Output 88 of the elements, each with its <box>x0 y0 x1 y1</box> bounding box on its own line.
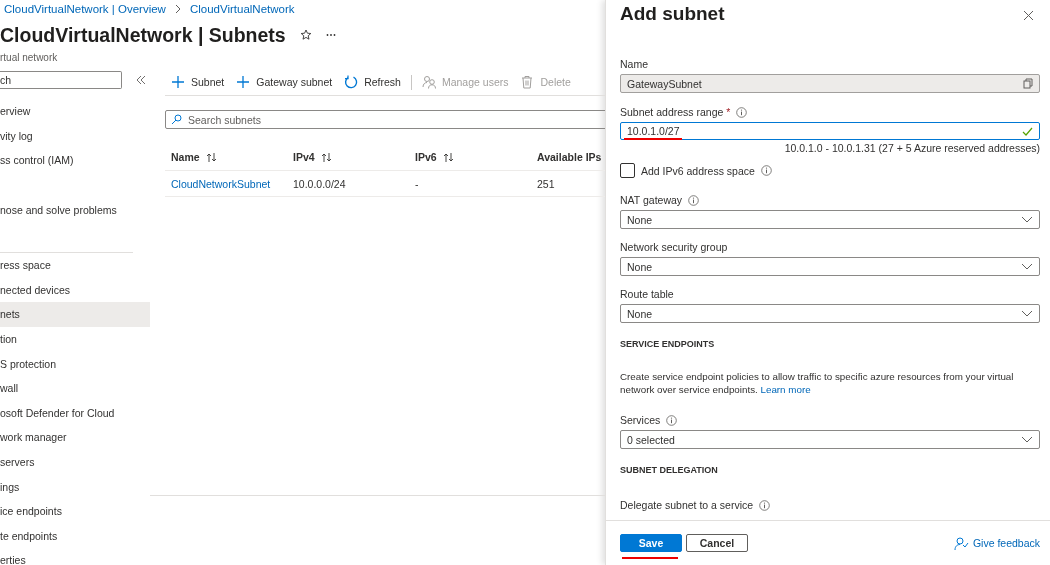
sidebar-item[interactable]: erties <box>0 548 150 565</box>
dropdown[interactable]: None <box>620 304 1040 323</box>
table-cell: 10.0.0.0/24 <box>287 170 409 197</box>
page-title: CloudVirtualNetwork | Subnets <box>0 23 286 47</box>
address-hint: 10.0.1.0 - 10.0.1.31 (27 + 5 Azure reserved addresses) <box>783 142 1040 155</box>
sidebar-item[interactable]: osoft Defender for Cloud <box>0 400 150 426</box>
close-icon[interactable] <box>1023 10 1034 21</box>
dropdown[interactable]: 0 selected <box>620 430 1040 449</box>
sidebar-item[interactable]: ss control (IAM) <box>0 148 150 173</box>
chevron-down-icon <box>1021 263 1033 270</box>
panel-title: Add subnet <box>620 2 725 26</box>
breadcrumb-link[interactable]: CloudVirtualNetwork | Overview <box>4 3 166 15</box>
chevron-down-icon <box>1021 436 1033 443</box>
dropdown[interactable]: None <box>620 257 1040 276</box>
subnet-link[interactable]: CloudNetworkSubnet <box>165 170 287 197</box>
sidebar-item[interactable]: nected devices <box>0 277 150 303</box>
column-header[interactable]: IPv6 <box>415 151 437 163</box>
dropdown-value: None <box>627 213 653 226</box>
cancel-button[interactable]: Cancel <box>686 534 748 552</box>
table-cell: - <box>409 170 531 197</box>
search-icon <box>171 114 182 125</box>
learn-more-link[interactable]: Learn more <box>760 383 811 395</box>
search-field[interactable]: ch <box>0 71 122 89</box>
dropdown-value: None <box>627 260 653 273</box>
info-icon <box>759 499 771 511</box>
sidebar-item[interactable]: ings <box>0 474 150 499</box>
plus-icon <box>236 75 251 89</box>
breadcrumb-link[interactable]: CloudVirtualNetwork <box>189 3 295 15</box>
toolbar-button[interactable]: Gateway subnet <box>230 71 339 93</box>
sidebar-item[interactable]: te endpoints <box>0 523 150 549</box>
toolbar-button[interactable]: Subnet <box>165 71 231 93</box>
dropdown-value: 0 selected <box>627 433 675 446</box>
sort-icon[interactable] <box>320 151 332 163</box>
sort-icon[interactable] <box>205 151 217 163</box>
field-value: GatewaySubnet <box>627 77 702 90</box>
search-field[interactable]: Search subnets <box>165 110 605 129</box>
name-field[interactable]: GatewaySubnet <box>620 74 1040 93</box>
sidebar-item[interactable]: wall <box>0 375 150 401</box>
sidebar-item[interactable]: tion <box>0 326 150 352</box>
copy-icon[interactable] <box>1023 78 1033 89</box>
users-icon <box>421 75 436 89</box>
refresh-icon <box>344 75 359 89</box>
dropdown-value: None <box>627 307 653 320</box>
sidebar-item[interactable]: erview <box>0 99 150 124</box>
info-icon <box>736 106 748 118</box>
checkbox[interactable] <box>620 163 635 178</box>
field-label: Delegate subnet to a service <box>620 499 754 511</box>
sidebar-item[interactable]: nose and solve problems <box>0 197 150 222</box>
trash-icon <box>520 75 535 89</box>
chevron-right-icon <box>173 4 182 14</box>
sort-icon[interactable] <box>442 151 454 163</box>
page-subtitle: rtual network <box>0 52 59 65</box>
sidebar-item[interactable]: ice endpoints <box>0 498 150 524</box>
checkbox-label: Add IPv6 address space <box>641 164 755 177</box>
sidebar-item[interactable]: S protection <box>0 351 150 376</box>
star-icon[interactable] <box>299 29 312 41</box>
chevron-down-icon <box>1021 216 1033 223</box>
description-text: Create service endpoint policies to allow traffic to specific azure resources from your virtual network over service endpoints. Learn more <box>620 371 1015 396</box>
sidebar-item[interactable]: work manager <box>0 425 150 450</box>
column-header[interactable]: IPv4 <box>293 151 315 163</box>
collapse-icon[interactable] <box>136 75 146 85</box>
plus-icon <box>171 75 185 89</box>
sidebar-item[interactable]: nets <box>0 302 150 327</box>
sidebar-item[interactable]: ress space <box>0 252 150 278</box>
sidebar-item[interactable]: vity log <box>0 123 150 149</box>
info-icon <box>688 194 700 206</box>
more-icon[interactable] <box>325 33 336 37</box>
column-header[interactable]: Name <box>171 151 200 163</box>
field-label: Network security group <box>620 241 728 253</box>
field-label: Name <box>620 58 648 70</box>
field-label: Subnet address range <box>620 106 724 118</box>
chevron-down-icon <box>1021 310 1033 317</box>
required-mark: * <box>726 106 731 118</box>
column-header[interactable]: Available IPs <box>537 151 602 163</box>
toolbar-button[interactable]: Refresh <box>338 71 407 93</box>
section-heading: SERVICE ENDPOINTS <box>620 339 716 351</box>
field-label: Route table <box>620 288 674 300</box>
field-label: NAT gateway <box>620 194 683 206</box>
sidebar-item[interactable]: servers <box>0 449 150 475</box>
field-value: 10.0.1.0/27 <box>627 125 680 137</box>
address-range-field[interactable]: 10.0.1.0/27 <box>620 122 1040 140</box>
field-label: Services <box>620 414 661 426</box>
feedback-icon <box>953 535 969 551</box>
dropdown[interactable]: None <box>620 210 1040 229</box>
section-heading: SUBNET DELEGATION <box>620 465 719 477</box>
feedback-link[interactable]: Give feedback <box>953 535 1040 551</box>
info-icon <box>760 165 772 176</box>
info-icon <box>666 414 678 426</box>
